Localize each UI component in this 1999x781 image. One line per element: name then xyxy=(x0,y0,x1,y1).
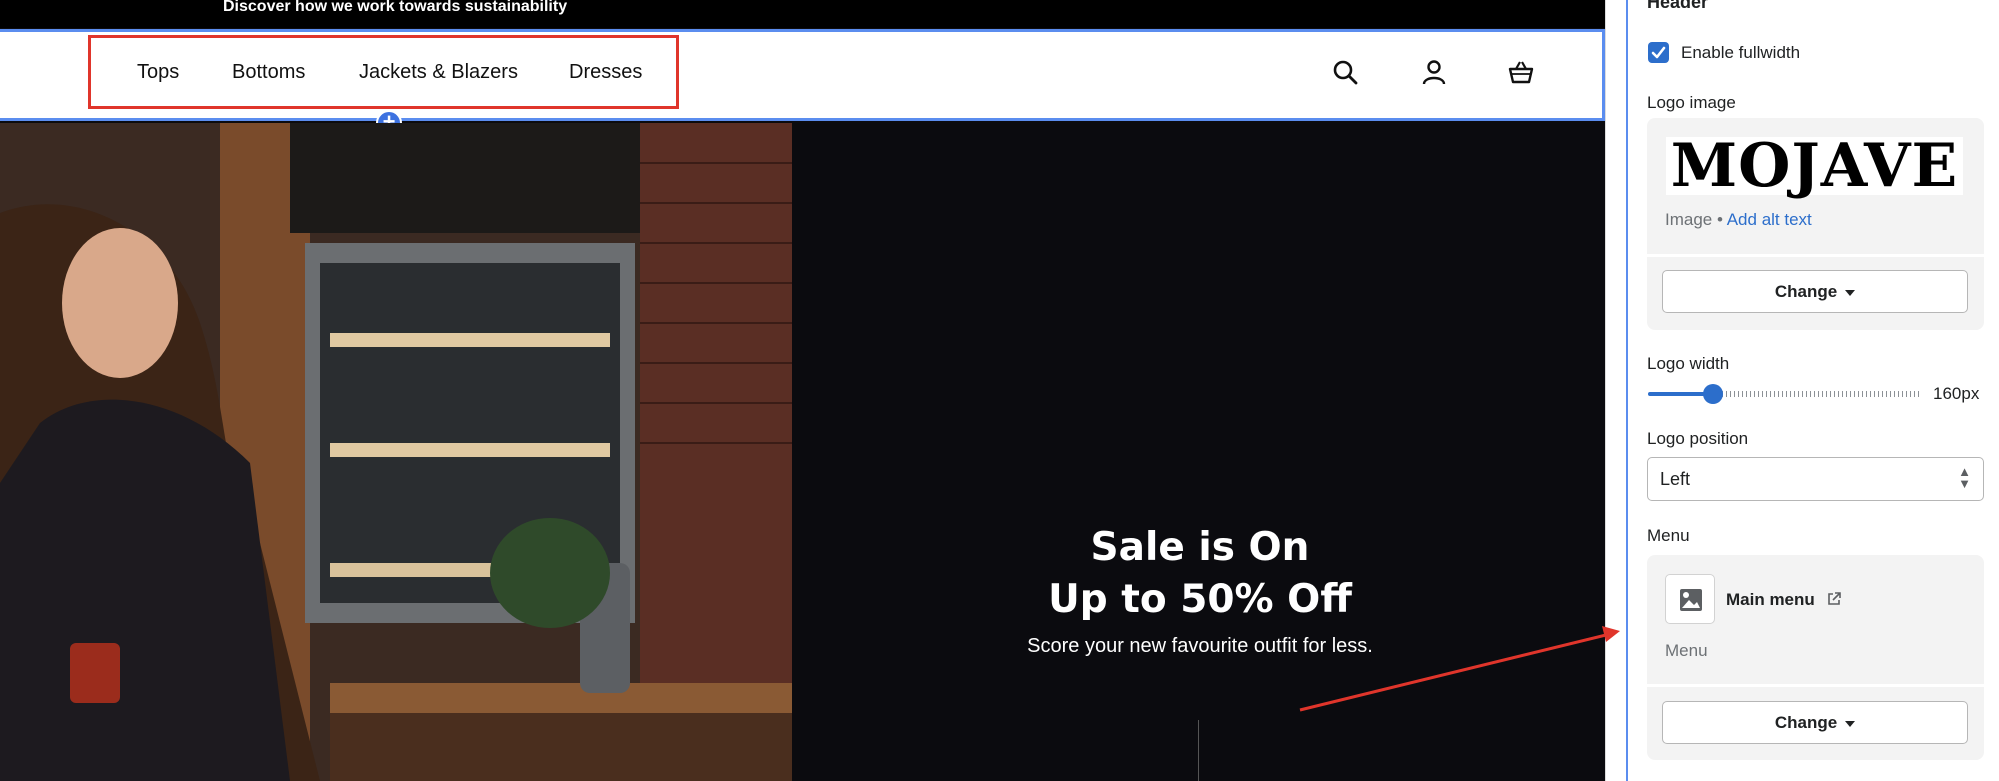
cart-icon[interactable] xyxy=(1507,58,1535,86)
change-logo-label: Change xyxy=(1774,282,1838,301)
logo-width-label: Logo width xyxy=(1647,354,1730,373)
logo-preview[interactable]: MOJAVE xyxy=(1666,136,1963,196)
logo-width-value: 160px xyxy=(1933,384,1980,403)
annotation-arrow xyxy=(1299,626,1620,712)
image-placeholder-icon xyxy=(1680,589,1702,611)
hero-image xyxy=(0,123,792,781)
nav-link-tops[interactable]: Tops xyxy=(137,60,179,84)
nav-link-dresses[interactable]: Dresses xyxy=(569,60,642,84)
logo-position-value: Left xyxy=(1660,469,1691,489)
logo-meta-type: Image xyxy=(1665,210,1713,229)
hero-heading-line1: Sale is On xyxy=(1090,525,1310,570)
enable-fullwidth-label[interactable]: Enable fullwidth xyxy=(1681,43,1800,63)
caret-down-icon xyxy=(1845,720,1856,727)
menu-thumbnail xyxy=(1665,574,1715,624)
change-menu-button[interactable]: Change xyxy=(1662,701,1968,744)
account-icon[interactable] xyxy=(1420,58,1448,86)
menu-type: Menu xyxy=(1665,641,1708,660)
add-alt-text-link[interactable]: Add alt text xyxy=(1727,210,1812,229)
slider-track[interactable] xyxy=(1714,391,1920,397)
logo-position-select[interactable]: Left ▲ ▼ xyxy=(1647,457,1984,501)
logo-image-label: Logo image xyxy=(1647,93,1736,112)
announcement-bar[interactable]: Discover how we work towards sustainabil… xyxy=(0,0,1605,28)
external-link-icon[interactable] xyxy=(1826,591,1842,607)
logo-meta: Image • Add alt text xyxy=(1665,210,1812,230)
change-logo-button[interactable]: Change xyxy=(1662,270,1968,313)
nav-link-jackets-blazers[interactable]: Jackets & Blazers xyxy=(359,60,518,84)
caret-down-icon xyxy=(1845,289,1856,296)
logo-position-label: Logo position xyxy=(1647,429,1749,448)
logo-width-slider-thumb[interactable] xyxy=(1703,384,1723,404)
select-arrows-icon: ▲ ▼ xyxy=(1958,464,1971,491)
card-divider xyxy=(1647,684,1984,687)
menu-label: Menu xyxy=(1647,526,1690,545)
check-icon xyxy=(1651,46,1666,59)
enable-fullwidth-checkbox[interactable] xyxy=(1648,42,1669,63)
announcement-text: Discover how we work towards sustainabil… xyxy=(223,0,568,15)
search-icon[interactable] xyxy=(1331,58,1359,86)
card-divider xyxy=(1647,254,1984,257)
menu-name[interactable]: Main menu xyxy=(1726,590,1815,610)
nav-link-bottoms[interactable]: Bottoms xyxy=(232,60,305,84)
hero-divider xyxy=(1198,720,1199,781)
change-menu-label: Change xyxy=(1774,713,1838,732)
hero-heading-line2: Up to 50% Off xyxy=(1048,577,1352,622)
panel-section-title: Header xyxy=(1647,0,1709,12)
logo-meta-separator: • xyxy=(1712,210,1727,229)
